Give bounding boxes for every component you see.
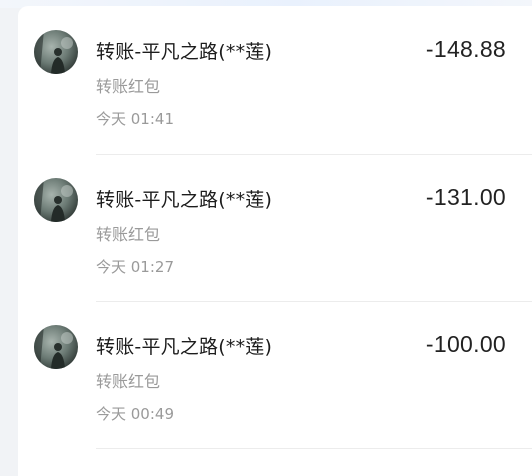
transaction-title: 转账-平凡之路(**莲) — [96, 41, 273, 63]
transaction-amount: -131.00 — [425, 184, 506, 210]
transaction-time: 今天 00:49 — [96, 405, 174, 423]
transaction-item[interactable]: 转账-平凡之路(**莲) -100.00 转账红包 今天 00:49 — [18, 301, 532, 449]
transaction-item[interactable]: 转账-平凡之路(**莲) -131.00 转账红包 今天 01:27 — [18, 154, 532, 302]
user-avatar-icon — [34, 178, 78, 222]
user-avatar-icon — [34, 30, 78, 74]
transaction-category: 转账红包 — [96, 372, 161, 391]
transaction-category: 转账红包 — [96, 77, 161, 96]
transaction-title: 转账-平凡之路(**莲) — [96, 189, 273, 211]
transaction-time: 今天 01:41 — [96, 110, 174, 128]
row-divider — [96, 448, 532, 449]
transaction-title: 转账-平凡之路(**莲) — [96, 336, 273, 358]
transaction-amount: -100.00 — [425, 331, 506, 357]
transaction-category: 转账红包 — [96, 225, 161, 244]
transaction-item[interactable]: 转账-平凡之路(**莲) -148.88 转账红包 今天 01:41 — [18, 6, 532, 155]
user-avatar-icon — [34, 325, 78, 369]
transaction-time: 今天 01:27 — [96, 258, 174, 276]
transaction-list: 转账-平凡之路(**莲) -148.88 转账红包 今天 01:41 转账-平凡… — [18, 6, 532, 476]
transaction-amount: -148.88 — [425, 36, 506, 62]
